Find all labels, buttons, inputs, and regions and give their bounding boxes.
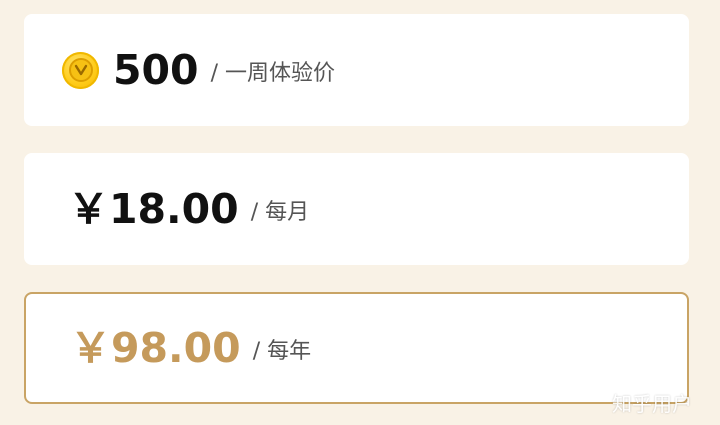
- plan-option-monthly[interactable]: ￥18.00 / 每月: [24, 153, 689, 265]
- plan-period-label: / 一周体验价: [210, 61, 335, 86]
- plan-price: ￥18.00: [68, 184, 239, 233]
- watermark-text: 知乎用户: [612, 392, 692, 416]
- plan-period-label: / 每年: [252, 339, 312, 364]
- plan-option-yearly-selected[interactable]: ￥98.00 / 每年: [24, 292, 689, 404]
- coin-icon: [62, 51, 99, 89]
- plan-price: 500: [113, 45, 199, 94]
- plan-option-weekly-trial[interactable]: 500 / 一周体验价: [24, 14, 689, 126]
- plan-period-label: / 每月: [250, 200, 310, 225]
- plan-price: ￥98.00: [70, 323, 241, 372]
